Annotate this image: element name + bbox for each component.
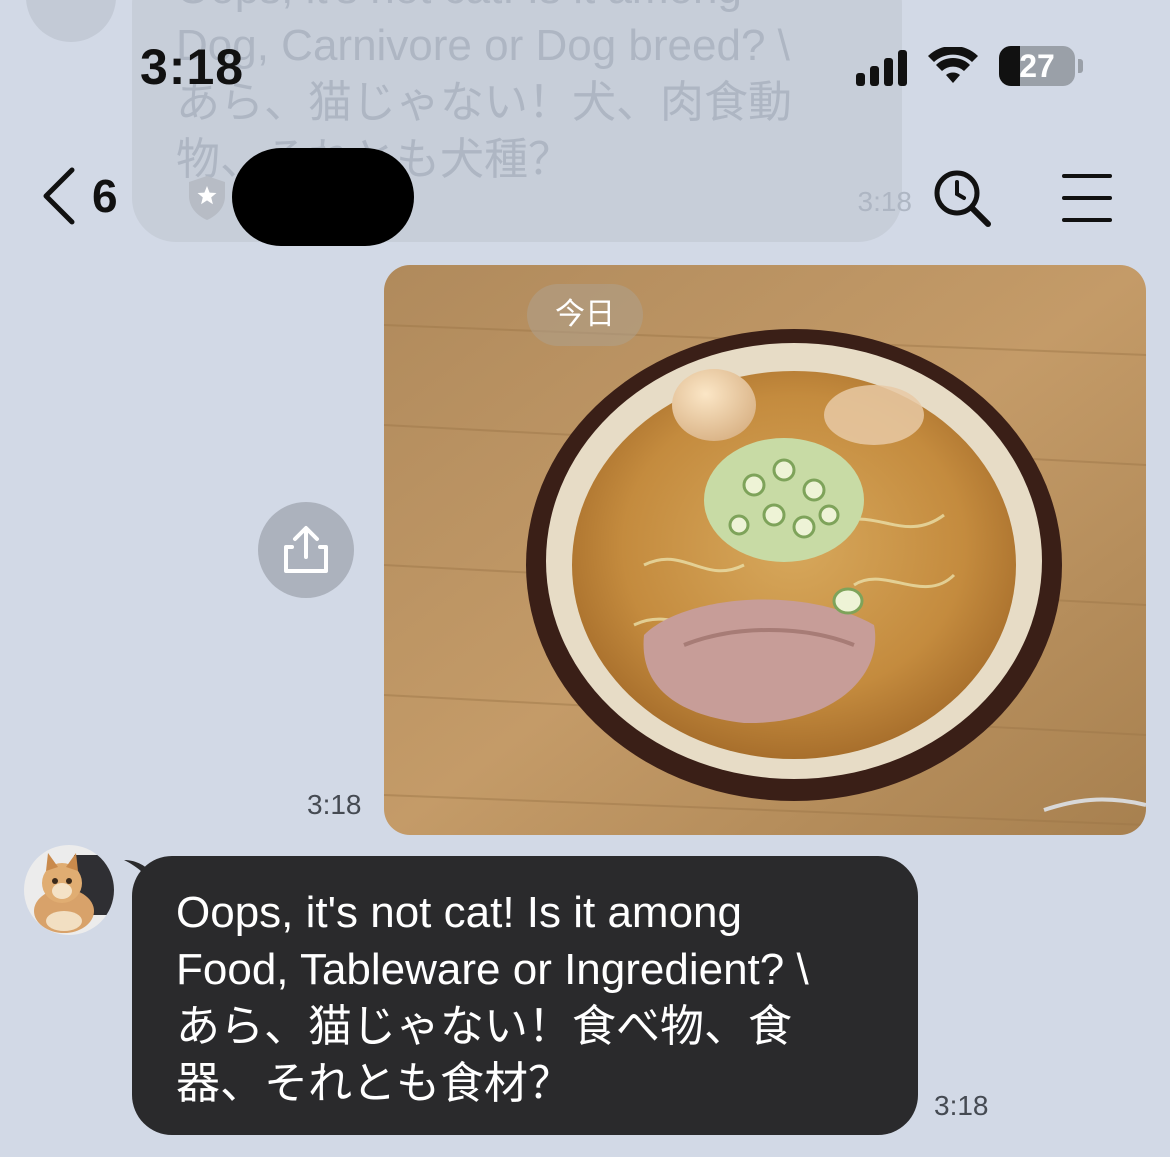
official-account-shield-icon bbox=[189, 176, 225, 220]
search-history-icon[interactable] bbox=[932, 168, 992, 228]
message-text-line: あら、猫じゃない！食べ物、食 bbox=[176, 1002, 792, 1051]
message-text-line: Oops, it's not cat! Is it among bbox=[176, 888, 742, 937]
cellular-signal-icon bbox=[856, 46, 907, 86]
message-text-line: Food, Tableware or Ingredient? \ bbox=[176, 945, 809, 994]
ramen-photo[interactable] bbox=[384, 265, 1146, 835]
battery-level: 27 bbox=[1019, 48, 1055, 84]
wifi-icon bbox=[928, 47, 978, 83]
ghost-message-line: Dog, Carnivore or Dog breed? \ bbox=[176, 21, 790, 70]
status-bar-icons: 27 bbox=[856, 46, 1083, 86]
back-button[interactable]: 6 bbox=[38, 166, 118, 226]
battery-icon: 27 bbox=[999, 46, 1075, 86]
share-icon bbox=[284, 526, 328, 573]
incoming-message-time: 3:18 bbox=[934, 1090, 989, 1121]
share-button[interactable] bbox=[258, 502, 354, 598]
message-text-line: 器、それとも食材？ bbox=[176, 1059, 572, 1108]
ghost-message-line: Oops, it's not cat! Is it among bbox=[176, 0, 902, 17]
ghost-message-time: 3:18 bbox=[857, 186, 913, 217]
chat-name-redacted bbox=[232, 148, 414, 246]
chevron-left-icon bbox=[43, 167, 75, 225]
date-chip: 今日 bbox=[527, 284, 643, 346]
menu-icon[interactable] bbox=[1062, 174, 1112, 222]
ghost-avatar bbox=[26, 0, 116, 42]
ghost-message-line: あら、猫じゃない！犬、肉食動 bbox=[176, 78, 792, 127]
incoming-message-bubble[interactable]: Oops, it's not cat! Is it among Food, Ta… bbox=[132, 856, 918, 1135]
unread-count: 6 bbox=[92, 170, 118, 222]
cat-avatar[interactable] bbox=[24, 845, 114, 935]
status-bar-time: 3:18 bbox=[140, 39, 245, 95]
chat-screen: Oops, it's not cat! Is it among Dog, Car… bbox=[0, 0, 1170, 1157]
photo-message-time: 3:18 bbox=[307, 789, 362, 820]
